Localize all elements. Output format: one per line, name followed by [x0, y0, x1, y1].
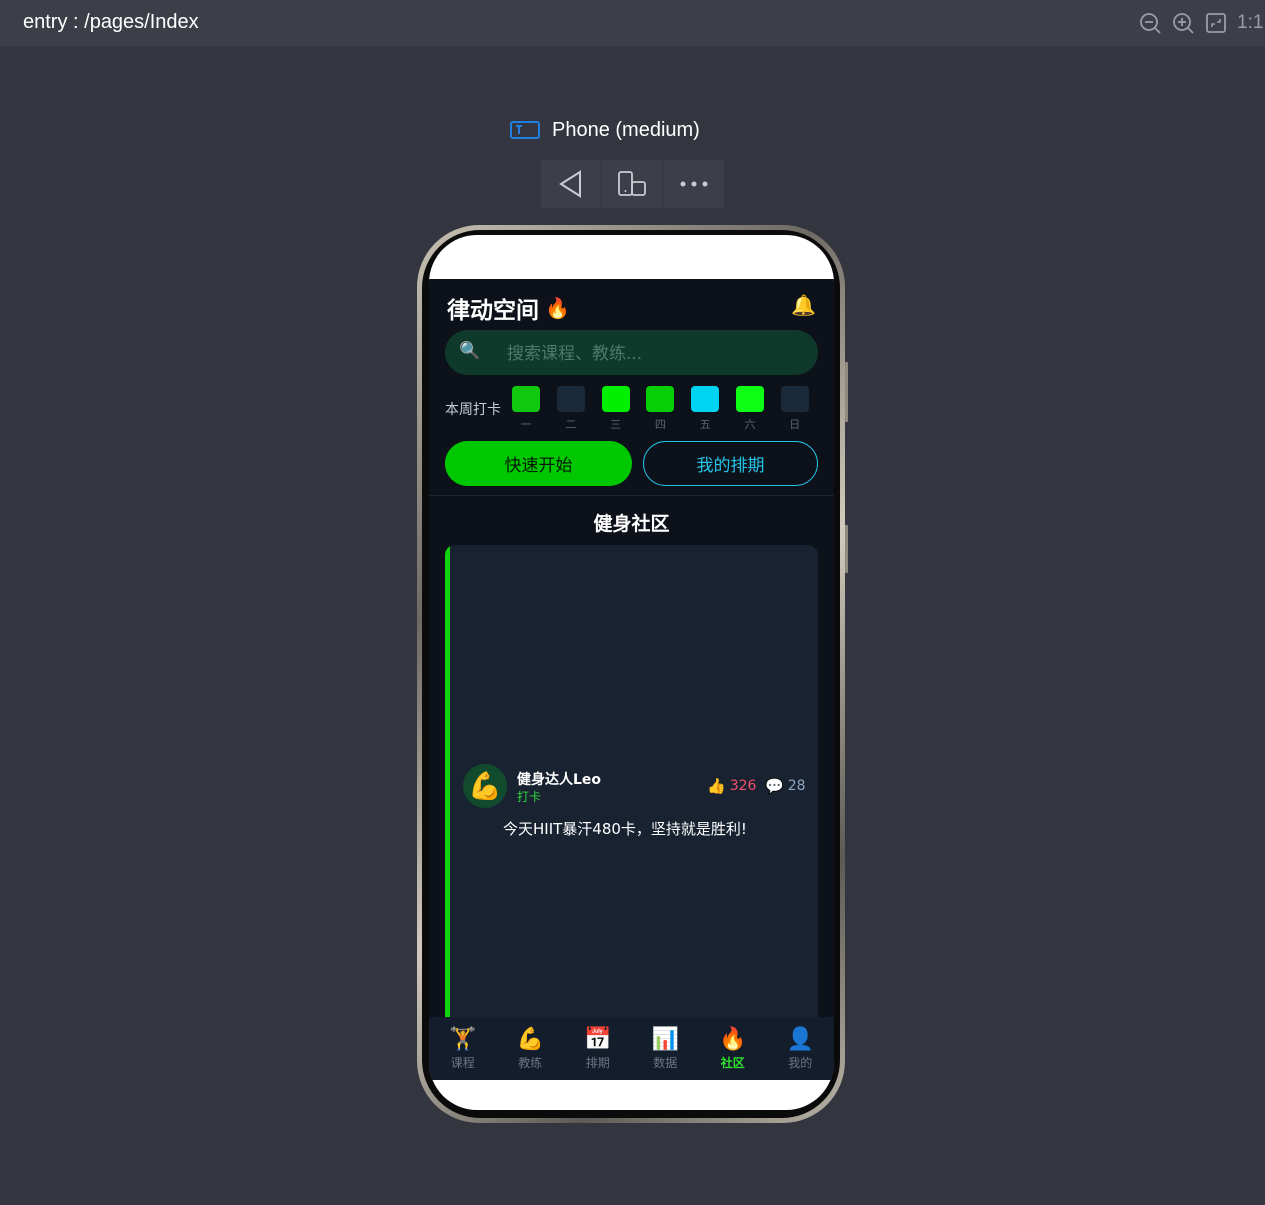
rotate-device-button[interactable] [602, 160, 663, 208]
volume-button [845, 362, 848, 422]
checkin-day: 四 [646, 386, 675, 432]
top-header-bar: entry : /pages/Index 1:1 [0, 0, 1265, 46]
avatar[interactable]: 💪 [463, 764, 507, 808]
more-options-button[interactable] [663, 160, 724, 208]
checkin-day-label: 一 [520, 418, 532, 431]
device-control-bar [541, 160, 724, 208]
device-label: Phone (medium) [510, 117, 700, 143]
checkin-day: 日 [780, 386, 809, 432]
search-input[interactable] [505, 330, 799, 377]
nav-tab-label: 我的 [788, 1056, 813, 1070]
community-section-title: 健身社区 [593, 513, 670, 535]
checkin-day: 六 [736, 386, 764, 432]
checkin-day: 五 [691, 386, 720, 432]
bottom-nav: 🏋️ 课程 💪 教练 📅 排期 📊 数据 🔥 社区 👤 我的 [429, 1017, 834, 1080]
device-name: Phone (medium) [552, 118, 700, 141]
device-icon [510, 121, 540, 139]
my-schedule-button[interactable]: 我的排期 [643, 441, 818, 486]
comment-button[interactable]: 💬 28 [765, 777, 806, 795]
nav-tab-label: 课程 [450, 1056, 475, 1070]
nav-tab-label: 教练 [518, 1056, 543, 1070]
flexed-biceps-icon: 💪 [516, 1027, 544, 1052]
checkin-day-box [601, 386, 630, 412]
week-checkin-label: 本周打卡 [445, 402, 501, 418]
flame-icon: 🔥 [545, 296, 570, 320]
phone-screen: 律动空间 🔥 🔔 🔍 本周打卡 一二三四五六日 快速开始 我的排期 健身社区 💪… [429, 235, 834, 1110]
checkin-day-box [736, 386, 764, 412]
power-button [845, 525, 848, 573]
app-title: 律动空间 🔥 [447, 291, 570, 325]
post-card[interactable]: 💪 健身达人Leo 打卡 👍 326 💬 28 今天HIIT暴汗480卡，坚持就… [445, 545, 818, 1035]
calendar-icon: 📅 [584, 1027, 612, 1052]
checkin-day-box [512, 386, 540, 412]
checkin-day: 三 [601, 386, 630, 432]
checkin-day-label: 日 [789, 418, 801, 431]
nav-tab-schedule[interactable]: 📅 排期 [564, 1017, 632, 1080]
fit-screen-icon[interactable] [1205, 12, 1227, 34]
checkin-day: 二 [556, 386, 585, 432]
nav-tab-profile[interactable]: 👤 我的 [767, 1017, 835, 1080]
search-bar[interactable]: 🔍 [445, 330, 818, 377]
entry-path-title: entry : /pages/Index [23, 11, 199, 33]
nav-tab-community[interactable]: 🔥 社区 [699, 1017, 767, 1080]
bell-icon[interactable]: 🔔 [791, 293, 816, 317]
rotate-device-icon [618, 171, 646, 196]
nav-tab-label: 排期 [585, 1056, 610, 1070]
checkin-day-label: 五 [699, 418, 711, 431]
checkin-day-label: 六 [744, 418, 756, 431]
checkin-day: 一 [512, 386, 540, 432]
bar-chart-icon: 📊 [651, 1027, 679, 1052]
quick-start-button[interactable]: 快速开始 [445, 441, 632, 486]
checkin-day-label: 四 [654, 418, 666, 431]
nav-tab-stats[interactable]: 📊 数据 [632, 1017, 700, 1080]
fire-icon: 🔥 [719, 1027, 747, 1052]
thumbs-up-icon: 👍 [707, 777, 726, 795]
actual-size-button[interactable]: 1:1 [1237, 12, 1263, 34]
nav-tab-label: 数据 [653, 1056, 678, 1070]
nav-tab-courses[interactable]: 🏋️ 课程 [429, 1017, 497, 1080]
user-icon: 👤 [786, 1027, 814, 1052]
weightlifter-icon: 🏋️ [449, 1027, 477, 1052]
nav-tab-coaches[interactable]: 💪 教练 [497, 1017, 565, 1080]
zoom-in-icon[interactable] [1172, 12, 1194, 34]
speech-bubble-icon: 💬 [765, 777, 784, 795]
nav-tab-label: 社区 [720, 1056, 745, 1070]
post-author[interactable]: 健身达人Leo [517, 769, 601, 789]
back-button[interactable] [541, 160, 602, 208]
like-count: 326 [729, 778, 757, 794]
like-button[interactable]: 👍 326 [707, 777, 756, 795]
post-text: 今天HIIT暴汗480卡，坚持就是胜利! [503, 820, 747, 838]
checkin-day-label: 三 [610, 418, 622, 431]
more-dots-icon [680, 181, 707, 187]
app-title-text: 律动空间 [447, 298, 539, 324]
app-root: 律动空间 🔥 🔔 🔍 本周打卡 一二三四五六日 快速开始 我的排期 健身社区 💪… [429, 279, 834, 1080]
checkin-day-box [646, 386, 675, 412]
post-accent-bar [445, 545, 450, 1035]
checkin-day-box [780, 386, 809, 412]
comment-count: 28 [787, 778, 806, 794]
divider [429, 495, 834, 496]
post-tag: 打卡 [517, 790, 542, 804]
back-triangle-icon [559, 170, 581, 198]
search-icon: 🔍 [459, 341, 481, 361]
checkin-day-box [556, 386, 585, 412]
checkin-day-box [691, 386, 720, 412]
zoom-out-icon[interactable] [1139, 12, 1161, 34]
checkin-day-label: 二 [565, 418, 577, 431]
